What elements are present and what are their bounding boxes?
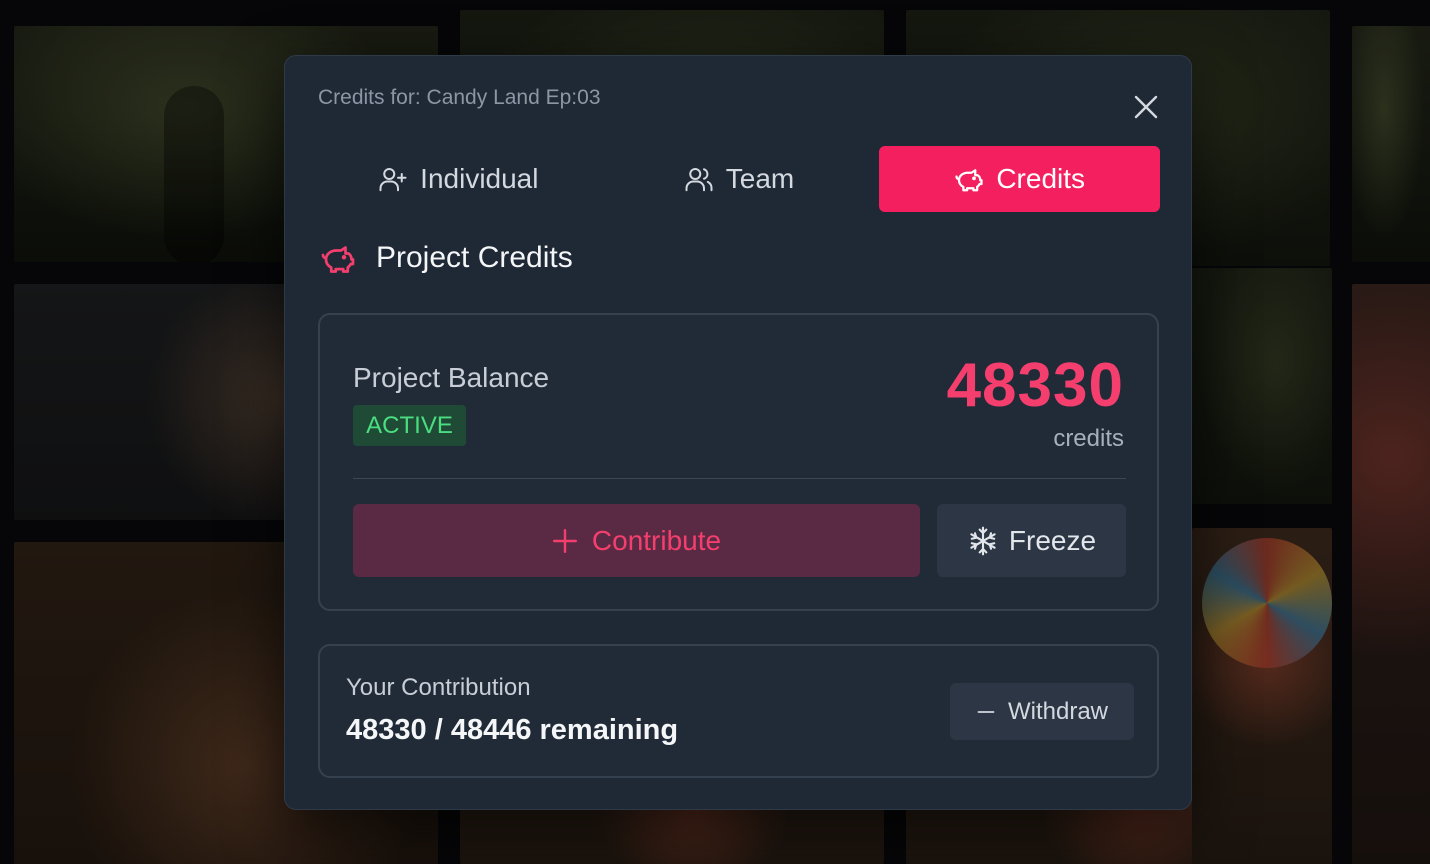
- balance-label: Project Balance: [353, 362, 550, 393]
- divider: [353, 478, 1126, 479]
- contribution-label: Your Contribution: [346, 674, 531, 701]
- minus-icon: [977, 710, 995, 713]
- contribution-value: 48330 / 48446 remaining: [346, 714, 679, 746]
- section-title: Project Credits: [376, 241, 573, 274]
- modal-title: Credits for: Candy Land Ep:03: [318, 86, 601, 109]
- withdraw-button[interactable]: Withdraw: [950, 683, 1134, 740]
- close-icon: [1134, 95, 1158, 119]
- freeze-button[interactable]: Freeze: [937, 504, 1126, 577]
- freeze-label: Freeze: [1008, 524, 1097, 556]
- snowflake-icon: [970, 526, 996, 555]
- close-button[interactable]: [1131, 92, 1161, 122]
- user-plus-icon: [379, 168, 407, 192]
- status-badge: ACTIVE: [353, 405, 466, 446]
- piggy-bank-icon: [955, 169, 983, 192]
- tab-credits-label: Credits: [996, 163, 1086, 194]
- tab-bar: Individual Team Credits: [318, 146, 1161, 212]
- tab-credits[interactable]: Credits: [879, 146, 1161, 212]
- tab-team-label: Team: [725, 163, 795, 194]
- section-header: Project Credits: [318, 238, 573, 278]
- balance-amount: 48330: [946, 351, 1124, 420]
- project-balance-card: Project Balance ACTIVE 48330 credits Con…: [318, 313, 1159, 611]
- contribute-button[interactable]: Contribute: [353, 504, 920, 577]
- credits-modal: Credits for: Candy Land Ep:03 Individual…: [284, 55, 1192, 810]
- tab-individual-label: Individual: [420, 163, 539, 194]
- your-contribution-card: Your Contribution 48330 / 48446 remainin…: [318, 644, 1159, 778]
- balance-unit: credits: [1053, 425, 1124, 452]
- tab-team[interactable]: Team: [599, 146, 880, 212]
- users-icon: [685, 168, 713, 192]
- withdraw-label: Withdraw: [1007, 697, 1109, 725]
- plus-icon: [552, 528, 577, 553]
- tab-individual[interactable]: Individual: [318, 146, 599, 212]
- piggy-bank-icon: [321, 246, 355, 273]
- contribute-label: Contribute: [591, 524, 722, 556]
